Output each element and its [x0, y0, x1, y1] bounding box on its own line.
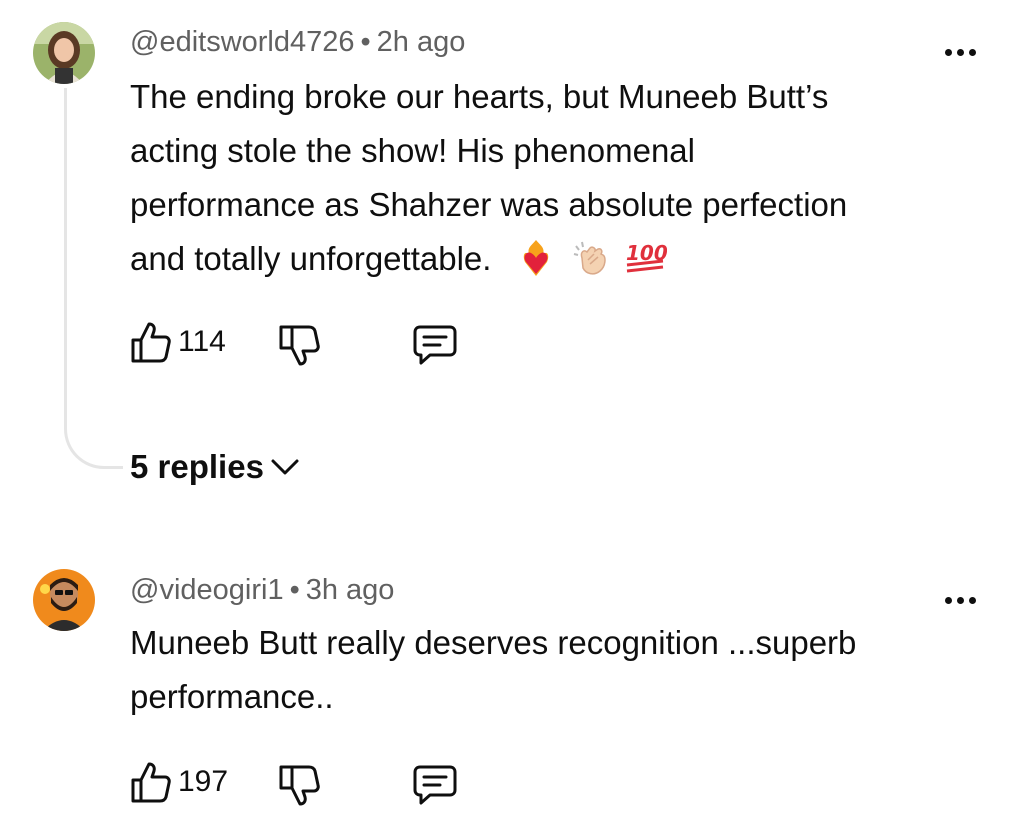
comment-text-line: performance.. [130, 678, 334, 715]
dislike-button[interactable] [278, 324, 322, 366]
more-options-button[interactable] [940, 32, 980, 72]
chevron-down-icon [271, 459, 299, 475]
comment-text: The ending broke our hearts, but Muneeb … [130, 70, 847, 286]
meta-separator: • [360, 26, 371, 58]
comment-text-line: Muneeb Butt really deserves recognition … [130, 624, 857, 661]
replies-toggle[interactable]: 5 replies [130, 448, 300, 486]
thread-line [64, 88, 123, 469]
thumbs-down-icon [279, 765, 320, 806]
user-avatar-image [33, 569, 95, 631]
dislike-button[interactable] [278, 764, 322, 806]
more-dot [968, 596, 976, 604]
comment-icon [413, 765, 457, 805]
more-dot [968, 48, 976, 56]
thumbs-up-icon [131, 762, 171, 803]
user-avatar-image [33, 22, 95, 84]
reply-button[interactable] [412, 324, 458, 366]
hundred-points-icon: 100 [626, 241, 667, 273]
comment-time[interactable]: 2h ago [377, 26, 466, 58]
comment-icon [413, 325, 457, 365]
comment-time[interactable]: 3h ago [306, 574, 395, 606]
like-count: 197 [178, 765, 229, 798]
meta-separator: • [289, 574, 300, 606]
comment-text-line: acting stole the show! His phenomenal [130, 132, 695, 169]
comment-meta: @editsworld4726 • 2h ago [130, 26, 465, 59]
like-count: 114 [178, 325, 226, 358]
avatar[interactable] [33, 22, 95, 84]
comment-text-line: performance as Shahzer was absolute perf… [130, 186, 848, 223]
reply-button[interactable] [412, 764, 458, 806]
comment-actions: 114 [130, 320, 530, 370]
thumbs-up-icon [131, 322, 171, 363]
more-options-button[interactable] [940, 580, 980, 620]
thumbs-down-icon [279, 325, 320, 366]
more-dot [944, 596, 952, 604]
comment-author[interactable]: @editsworld4726 [130, 26, 355, 58]
comment-text-line-last: and totally unforgettable. 100 [130, 232, 847, 286]
comment-actions: 197 [130, 760, 530, 810]
more-dot [944, 48, 952, 56]
more-dot [956, 596, 964, 604]
heart-on-fire-icon [523, 240, 548, 277]
comment-text-line: The ending broke our hearts, but Muneeb … [130, 78, 829, 115]
comment-author[interactable]: @videogiri1 [130, 574, 284, 606]
like-button[interactable]: 197 [130, 760, 228, 804]
comment-text: Muneeb Butt really deserves recognition … [130, 616, 856, 724]
like-button[interactable]: 114 [130, 320, 226, 364]
avatar[interactable] [33, 569, 95, 631]
more-dot [956, 48, 964, 56]
comment-text-line: and totally unforgettable. [130, 240, 492, 277]
comment-meta: @videogiri1 • 3h ago [130, 574, 394, 607]
replies-label: 5 replies [130, 448, 264, 485]
clapping-hands-icon [573, 242, 606, 275]
